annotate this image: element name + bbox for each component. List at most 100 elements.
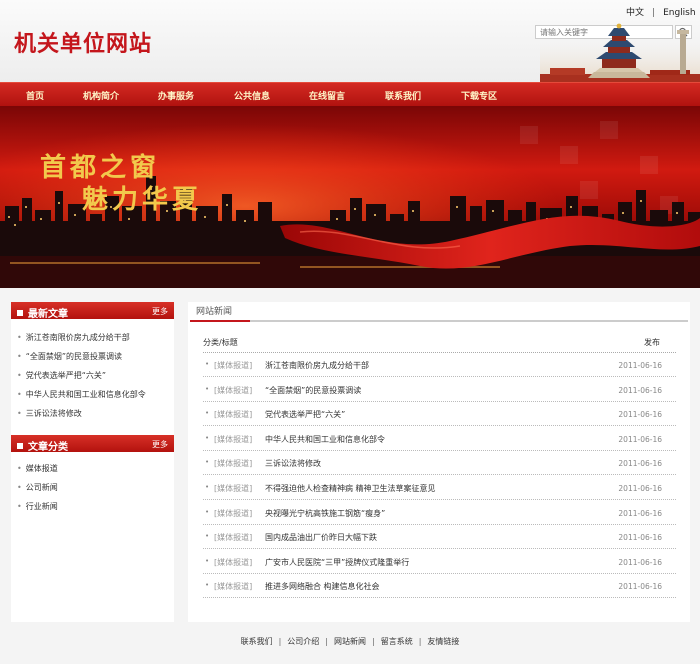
footer-link-contact[interactable]: 联系我们 [241,636,273,647]
latest-more-link[interactable]: 更多 [152,306,168,317]
bullet-icon: • [205,384,210,393]
table-row[interactable]: • [媒体报道] “全面禁烟”的民意投票调读 2011-06-16 [203,378,676,402]
row-title[interactable]: 国内成品油出厂价昨日大幅下跌 [265,532,377,543]
list-item[interactable]: • “全面禁烟”的民意投票调读 [17,351,167,369]
list-item[interactable]: • 三诉讼法将修改 [17,408,167,426]
row-category[interactable]: [媒体报道] [214,532,252,543]
latest-articles-header: 最新文章 更多 [11,302,174,320]
table-row[interactable]: • [媒体报道] 推进多网络融合 构建信息化社会 2011-06-16 [203,574,676,599]
nav-about[interactable]: 机构简介 [83,89,119,102]
site-header: 机关单位网站 中文 | English [0,0,700,82]
row-category[interactable]: [媒体报道] [214,581,252,592]
row-date: 2011-06-16 [618,434,662,444]
footer-link-about[interactable]: 公司介绍 [287,636,319,647]
nav-message[interactable]: 在线留言 [309,89,345,102]
nav-download[interactable]: 下载专区 [461,89,497,102]
table-row[interactable]: • [媒体报道] 不得强迫他人检查精神病 精神卫生法草案征意见 2011-06-16 [203,476,676,500]
nav-public-info[interactable]: 公共信息 [234,89,270,102]
temple-of-heaven-illustration [540,23,700,82]
row-title[interactable]: 广安市人民医院“三甲”授牌仪式隆重举行 [265,557,409,568]
main-content: 网站新闻 分类/标题 发布 • [媒体报道] 浙江苍南限价房九成分给干部 2011-0… [188,302,690,622]
row-title[interactable]: 党代表选举严把“六关” [265,409,345,420]
banner-slogan-line2: 魅力华夏 [82,184,202,215]
row-category[interactable]: [媒体报道] [214,508,252,519]
row-title[interactable]: “全面禁烟”的民意投票调读 [265,385,361,396]
row-category[interactable]: [媒体报道] [214,458,252,469]
bullet-icon: • [205,581,210,590]
list-item[interactable]: • 公司新闻 [17,482,167,500]
row-title[interactable]: 推进多网络融合 构建信息化社会 [265,581,380,592]
table-row[interactable]: • [媒体报道] 央视曝光宁杭高铁施工钢筋“瘦身” 2011-06-16 [203,501,676,525]
bullet-icon: • [17,371,22,380]
row-date: 2011-06-16 [618,410,662,420]
list-item[interactable]: • 浙江苍南限价房九成分给干部 [17,332,167,350]
row-title[interactable]: 央视曝光宁杭高铁施工钢筋“瘦身” [265,508,385,519]
banner-slogan-line1: 首都之窗 [40,152,160,183]
row-category[interactable]: [媒体报道] [214,557,252,568]
row-title[interactable]: 三诉讼法将修改 [265,458,321,469]
bullet-icon: • [205,360,210,368]
nav-home[interactable]: 首页 [26,89,44,102]
bullet-icon: • [17,483,22,492]
table-row[interactable]: • [媒体报道] 中华人民共和国工业和信息化部令 2011-06-16 [203,427,676,451]
row-category[interactable]: [媒体报道] [214,385,252,396]
sidebar: 最新文章 更多 • 浙江苍南限价房九成分给干部 • “全面禁烟”的民意投票调读 • 党… [11,302,174,622]
list-item[interactable]: • 党代表选举严把“六关” [17,370,167,388]
bullet-icon: • [17,502,22,511]
site-footer: 联系我们 | 公司介绍 | 网站新闻 | 留言系统 | 友情链接 [0,636,700,664]
footer-link-news[interactable]: 网站新闻 [334,636,366,647]
hero-banner: 首都之窗 魅力华夏 [0,106,700,288]
row-date: 2011-06-16 [618,582,662,592]
list-item[interactable]: • 媒体报道 [17,463,167,481]
bullet-icon: • [205,483,210,491]
row-category[interactable]: [媒体报道] [214,409,252,420]
footer-separator: | [372,637,375,646]
row-date: 2011-06-16 [618,508,662,518]
categories-header: 文章分类 更多 [11,435,174,453]
column-header-date: 发布 [644,338,660,347]
table-row[interactable]: • [媒体报道] 党代表选举严把“六关” 2011-06-16 [203,402,676,427]
list-item[interactable]: • 行业新闻 [17,501,167,519]
table-row[interactable]: • [媒体报道] 广安市人民医院“三甲”授牌仪式隆重举行 2011-06-16 [203,550,676,574]
bullet-icon: • [205,507,210,516]
row-category[interactable]: [媒体报道] [214,360,252,371]
row-date: 2011-06-16 [618,533,662,543]
row-date: 2011-06-16 [618,361,662,370]
table-row[interactable]: • [媒体报道] 三诉讼法将修改 2011-06-16 [203,451,676,476]
nav-contact[interactable]: 联系我们 [385,89,421,102]
latest-articles-box: 最新文章 更多 • 浙江苍南限价房九成分给干部 • “全面禁烟”的民意投票调读 • 党… [11,302,174,428]
bullet-icon: • [205,409,210,418]
footer-separator: | [278,637,282,646]
bullet-icon: • [17,390,22,399]
table-row[interactable]: • [媒体报道] 国内成品油出厂价昨日大幅下跌 2011-06-16 [203,525,676,550]
column-header-title: 分类/标题 [203,338,238,347]
categories-box: 文章分类 更多 • 媒体报道 • 公司新闻 • 行业新闻 [11,435,174,535]
footer-separator: | [418,637,422,646]
row-title[interactable]: 不得强迫他人检查精神病 精神卫生法草案征意见 [265,483,436,494]
categories-more-link[interactable]: 更多 [152,439,168,450]
nav-services[interactable]: 办事服务 [158,89,194,102]
list-item[interactable]: • 中华人民共和国工业和信息化部令 [17,389,167,407]
row-title[interactable]: 浙江苍南限价房九成分给干部 [265,360,369,371]
row-date: 2011-06-16 [618,484,662,493]
row-title[interactable]: 中华人民共和国工业和信息化部令 [265,434,385,445]
row-category[interactable]: [媒体报道] [214,434,252,445]
main-nav: 首页 机构简介 办事服务 公共信息 在线留言 联系我们 下载专区 [0,82,700,106]
footer-separator: | [325,637,328,646]
latest-articles-title: 最新文章 [17,305,68,320]
row-date: 2011-06-16 [618,385,662,395]
footer-link-friends[interactable]: 友情链接 [427,636,459,647]
square-bullet-icon [17,443,23,449]
tab-site-news[interactable]: 网站新闻 [196,304,232,317]
row-category[interactable]: [媒体报道] [214,483,252,494]
bullet-icon: • [17,464,22,473]
bullet-icon: • [205,433,210,442]
bullet-icon: • [205,532,210,541]
footer-link-guestbook[interactable]: 留言系统 [381,636,413,647]
table-row[interactable]: • [媒体报道] 浙江苍南限价房九成分给干部 2011-06-16 [203,353,676,377]
bullet-icon: • [17,333,22,342]
categories-title: 文章分类 [17,438,68,453]
bullet-icon: • [205,556,210,565]
bullet-icon: • [17,409,22,418]
square-bullet-icon [17,310,23,316]
